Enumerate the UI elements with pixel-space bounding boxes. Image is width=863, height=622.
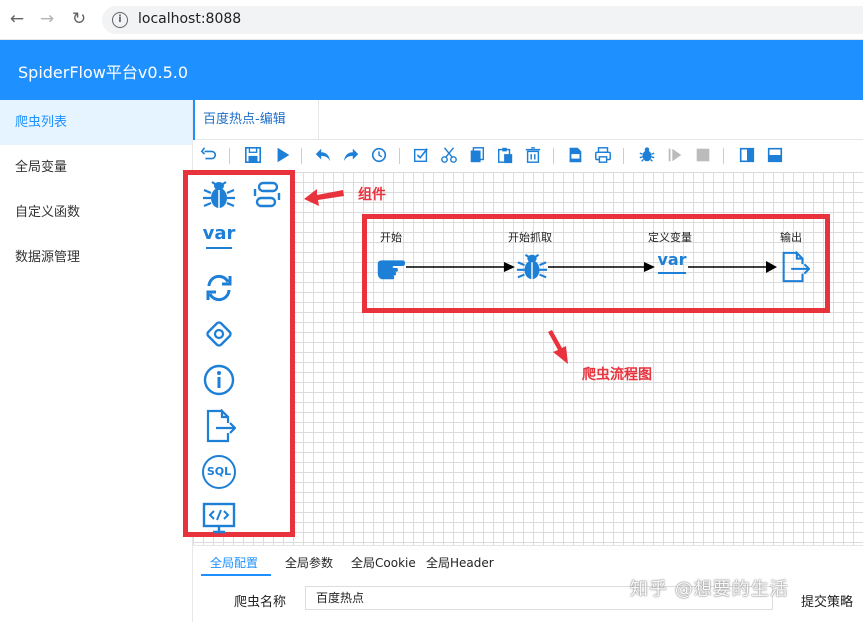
delete-icon[interactable]	[523, 146, 543, 166]
url-text[interactable]: localhost:8088	[138, 11, 241, 27]
paste-icon[interactable]	[495, 146, 515, 166]
var-icon-label: var	[202, 223, 236, 244]
tab-baidu-hot-edit[interactable]: 百度热点-编辑	[193, 100, 319, 140]
active-tab-indicator	[201, 574, 271, 576]
toggle-bottom-panel-icon[interactable]	[765, 146, 785, 166]
reload-icon[interactable]: ↻	[68, 8, 90, 30]
undo-icon[interactable]	[313, 146, 333, 166]
sidebar-item-custom-functions[interactable]: 自定义函数	[0, 190, 192, 235]
sidebar-item-datasource[interactable]: 数据源管理	[0, 235, 192, 280]
browser-toolbar: ← → ↻ i localhost:8088	[0, 0, 863, 40]
editor-toolbar	[193, 140, 863, 172]
output-icon[interactable]	[202, 409, 236, 443]
save-icon[interactable]	[243, 146, 263, 166]
submit-strategy-label: 提交策略	[801, 595, 854, 610]
stop-icon[interactable]	[693, 146, 713, 166]
back-arrow-icon[interactable]: ←	[6, 8, 28, 30]
copy-icon[interactable]	[467, 146, 487, 166]
component-palette: var SQL	[183, 170, 295, 537]
sql-icon-label: SQL	[206, 465, 232, 478]
loop-icon[interactable]	[202, 271, 236, 305]
toggle-right-panel-icon[interactable]	[737, 146, 757, 166]
flow-node-label-start: 开始	[380, 231, 402, 244]
app-title: SpiderFlow平台v0.5.0	[18, 63, 189, 82]
link-icon[interactable]	[250, 178, 284, 212]
flow-node-label-output: 输出	[780, 231, 802, 244]
sidebar-item-spider-list[interactable]: 爬虫列表	[0, 100, 192, 145]
sidebar-item-global-variables[interactable]: 全局变量	[0, 145, 192, 190]
output-icon[interactable]	[778, 251, 810, 283]
condition-icon[interactable]	[202, 317, 236, 351]
tab-global-params[interactable]: 全局参数	[285, 554, 333, 571]
history-icon[interactable]	[369, 146, 389, 166]
forward-arrow-icon[interactable]: →	[36, 8, 58, 30]
annotation-flowchart-label: 爬虫流程图	[582, 367, 652, 383]
select-all-icon[interactable]	[411, 146, 431, 166]
undo-history-icon[interactable]	[199, 146, 219, 166]
redo-icon[interactable]	[341, 146, 361, 166]
debug-icon[interactable]	[637, 146, 657, 166]
flow-node-label-crawl: 开始抓取	[508, 231, 552, 244]
watermark: 知乎 @想要的生活	[630, 579, 789, 600]
address-bar[interactable]: i localhost:8088	[102, 6, 863, 34]
tab-global-cookie[interactable]: 全局Cookie	[351, 554, 416, 571]
flow-connectors	[406, 261, 777, 273]
print-icon[interactable]	[593, 146, 613, 166]
code-monitor-icon[interactable]	[202, 501, 236, 535]
annotation-arrow-components	[304, 189, 344, 206]
app-header: SpiderFlow平台v0.5.0	[0, 40, 863, 100]
tab-global-header[interactable]: 全局Header	[426, 554, 494, 571]
run-icon[interactable]	[273, 146, 293, 166]
tab-global-config[interactable]: 全局配置	[210, 554, 258, 571]
flow-node-label-define-var: 定义变量	[648, 231, 692, 244]
spider-icon[interactable]	[202, 178, 236, 212]
step-run-icon[interactable]	[665, 146, 685, 166]
sql-icon[interactable]: SQL	[202, 455, 236, 489]
var-icon[interactable]: var	[202, 223, 236, 257]
sidebar: 爬虫列表 全局变量 自定义函数 数据源管理	[0, 100, 193, 622]
annotation-arrow-flowchart	[548, 330, 568, 364]
site-info-icon[interactable]: i	[112, 12, 128, 28]
cut-icon[interactable]	[439, 146, 459, 166]
editor-tab-strip: 百度热点-编辑	[193, 100, 863, 140]
info-icon[interactable]	[202, 363, 236, 397]
export-image-icon[interactable]	[565, 146, 585, 166]
annotation-components-label: 组件	[358, 187, 386, 203]
spider-name-label: 爬虫名称	[234, 595, 287, 610]
